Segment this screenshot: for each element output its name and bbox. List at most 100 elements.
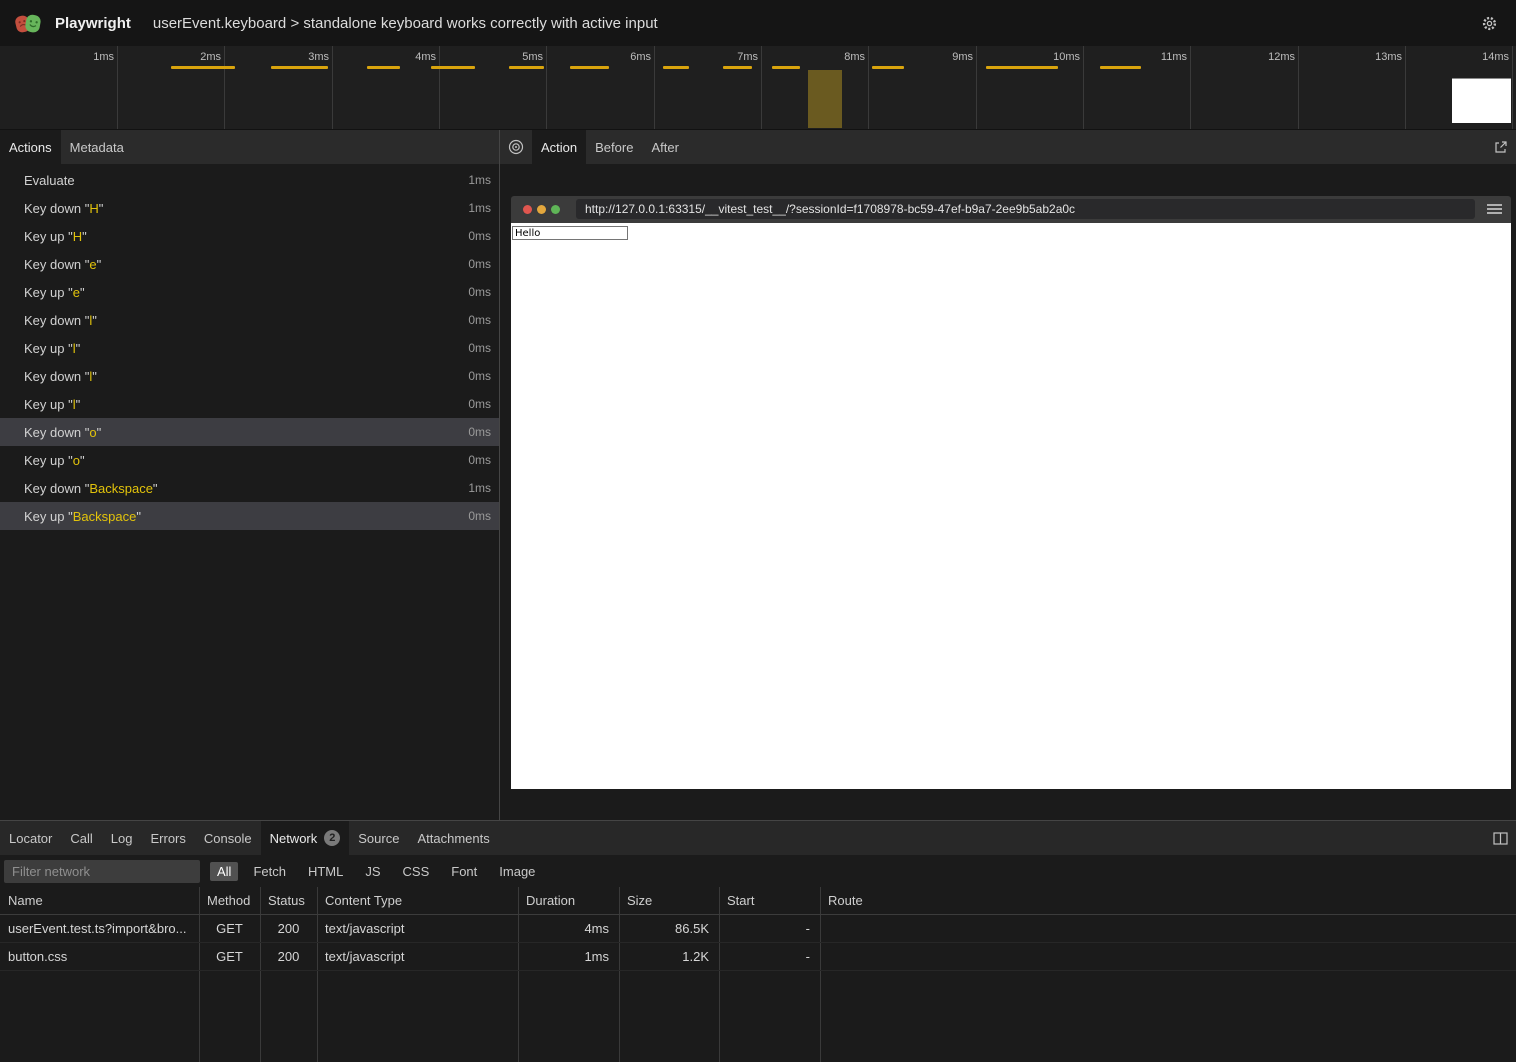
action-list-item[interactable]: Key down "l" 0ms: [0, 306, 499, 334]
actions-panel-tab[interactable]: Metadata: [61, 130, 133, 164]
network-type-filter-chip[interactable]: Font: [444, 862, 484, 881]
details-tab[interactable]: Log: [102, 821, 142, 855]
network-type-filter-chip[interactable]: HTML: [301, 862, 350, 881]
column-header-content-type: Content Type: [317, 887, 518, 914]
action-key-close-quote: ": [153, 481, 158, 496]
tab-label: Console: [204, 831, 252, 846]
details-tab[interactable]: Locator: [0, 821, 61, 855]
cell-content-type: text/javascript: [317, 915, 518, 942]
action-key-value: e: [73, 285, 80, 300]
action-key-close-quote: ": [97, 425, 102, 440]
details-tab[interactable]: Console: [195, 821, 261, 855]
snapshot-text-input[interactable]: [512, 226, 628, 240]
action-list-item[interactable]: Key up "l" 0ms: [0, 390, 499, 418]
action-title: Key up: [24, 397, 68, 412]
pick-locator-button[interactable]: [500, 130, 532, 164]
details-panel: Locator Call Log Errors: [0, 820, 1516, 1062]
timeline-time-label: 12ms: [1268, 51, 1295, 63]
settings-button[interactable]: [1477, 11, 1502, 36]
action-title: Key down: [24, 257, 85, 272]
actions-panel-tab[interactable]: Actions: [0, 130, 61, 164]
action-list-item[interactable]: Evaluate 1ms: [0, 166, 499, 194]
network-type-filter-chip[interactable]: JS: [358, 862, 387, 881]
toggle-layout-button[interactable]: [1485, 821, 1516, 855]
snapshot-tab[interactable]: After: [642, 130, 687, 164]
timeline-strip[interactable]: 1ms 2ms 3ms 4ms 5ms: [0, 46, 1516, 130]
cell-size: 1.2K: [619, 943, 719, 970]
action-list-item[interactable]: Key up "l" 0ms: [0, 334, 499, 362]
action-list-item[interactable]: Key down "Backspace" 1ms: [0, 474, 499, 502]
details-tab[interactable]: Source: [349, 821, 408, 855]
gear-icon: [1481, 15, 1498, 32]
action-key-value: e: [89, 257, 96, 272]
timeline-gridline: [224, 46, 225, 129]
network-type-filter-chip[interactable]: All: [210, 862, 238, 881]
network-table-header: Name Method Status Content Type Duration…: [0, 887, 1516, 915]
action-title: Key down: [24, 481, 85, 496]
details-tab[interactable]: Attachments: [408, 821, 498, 855]
timeline-gridline: [546, 46, 547, 129]
action-list-item[interactable]: Key up "Backspace" 0ms: [0, 502, 499, 530]
action-list-item[interactable]: Key down "l" 0ms: [0, 362, 499, 390]
details-tab[interactable]: Network 2: [261, 821, 350, 855]
timeline-gridline: [1405, 46, 1406, 129]
timeline-time-label: 11ms: [1161, 51, 1187, 63]
actions-panel: Actions Metadata Evaluate 1ms Key down "…: [0, 130, 500, 820]
network-filter-input[interactable]: [4, 860, 200, 883]
action-list: Evaluate 1ms Key down "H" 1ms Key up "H"…: [0, 164, 499, 530]
timeline-selection-bar[interactable]: [808, 70, 842, 128]
action-duration: 0ms: [468, 341, 491, 355]
tab-label: Locator: [9, 831, 52, 846]
action-list-item[interactable]: Key up "H" 0ms: [0, 222, 499, 250]
details-tab[interactable]: Errors: [141, 821, 194, 855]
timeline-gridline: [1083, 46, 1084, 129]
cell-name: button.css: [0, 943, 199, 970]
action-key-close-quote: ": [92, 369, 97, 384]
action-list-item[interactable]: Key down "H" 1ms: [0, 194, 499, 222]
snapshot-tab[interactable]: Before: [586, 130, 642, 164]
snapshot-panel: Action Before After: [500, 130, 1516, 820]
action-duration: 0ms: [468, 369, 491, 383]
hamburger-menu-icon: [1487, 203, 1502, 215]
snapshot-tab[interactable]: Action: [532, 130, 586, 164]
network-request-row[interactable]: userEvent.test.ts?import&bro... GET 200 …: [0, 915, 1516, 943]
timeline-gridline: [1190, 46, 1191, 129]
details-tab[interactable]: Call: [61, 821, 101, 855]
browser-chrome-bar: http://127.0.0.1:63315/__vitest_test__/?…: [511, 196, 1511, 223]
timeline-action-tick: [663, 66, 689, 69]
action-list-item[interactable]: Key up "o" 0ms: [0, 446, 499, 474]
tab-label: Source: [358, 831, 399, 846]
timeline-time-label: 3ms: [308, 51, 329, 63]
cell-method: GET: [199, 915, 260, 942]
chip-label: HTML: [308, 864, 343, 879]
snapshot-tabbar: Action Before After: [500, 130, 1516, 164]
network-request-row[interactable]: button.css GET 200 text/javascript 1ms 1…: [0, 943, 1516, 971]
tab-label: After: [651, 140, 678, 155]
snapshot-page: [511, 223, 1511, 789]
network-type-filter-chip[interactable]: Image: [492, 862, 542, 881]
action-title: Key down: [24, 313, 85, 328]
network-type-filter-chip[interactable]: Fetch: [246, 862, 293, 881]
timeline-time-label: 2ms: [200, 51, 221, 63]
timeline-action-tick: [723, 66, 752, 69]
chip-label: Image: [499, 864, 535, 879]
action-list-item[interactable]: Key up "e" 0ms: [0, 278, 499, 306]
main-split: Actions Metadata Evaluate 1ms Key down "…: [0, 130, 1516, 820]
external-link-icon: [1493, 140, 1508, 155]
actions-panel-tabbar: Actions Metadata: [0, 130, 499, 164]
details-tabs: Locator Call Log Errors: [0, 821, 499, 855]
open-snapshot-button[interactable]: [1485, 130, 1516, 164]
action-key-value: Backspace: [89, 481, 153, 496]
action-title: Evaluate: [24, 173, 75, 188]
network-type-filter-chip[interactable]: CSS: [396, 862, 437, 881]
action-key-close-quote: ": [97, 257, 102, 272]
timeline-gridline: [117, 46, 118, 129]
cell-duration: 1ms: [518, 943, 619, 970]
action-title: Key up: [24, 453, 68, 468]
timeline-action-tick: [431, 66, 475, 69]
action-list-item[interactable]: Key down "e" 0ms: [0, 250, 499, 278]
action-key-close-quote: ": [80, 453, 85, 468]
action-title: Key up: [24, 509, 68, 524]
action-list-item[interactable]: Key down "o" 0ms: [0, 418, 499, 446]
timeline-gridline: [654, 46, 655, 129]
